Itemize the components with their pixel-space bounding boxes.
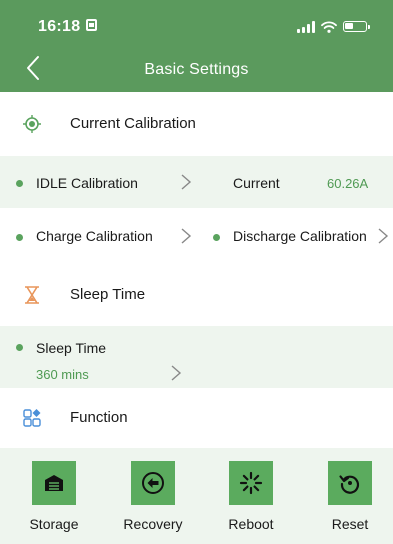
recovery-tile <box>131 461 175 505</box>
charge-calibration-label[interactable]: Charge Calibration <box>36 228 153 244</box>
back-circle-icon <box>142 472 164 494</box>
status-time: 16:18 <box>38 18 81 35</box>
discharge-calibration-label[interactable]: Discharge Calibration <box>233 228 367 244</box>
page-title: Basic Settings <box>144 61 249 78</box>
chevron-right-icon[interactable] <box>170 364 182 382</box>
reboot-tile <box>229 461 273 505</box>
sleep-panel[interactable]: Sleep Time 360 mins <box>0 326 393 388</box>
reboot-button[interactable]: Reboot <box>211 461 291 541</box>
calibration-panel: IDLE Calibration Current 60.26A <box>0 156 393 208</box>
hourglass-icon <box>25 286 39 304</box>
recovery-label: Recovery <box>123 516 183 532</box>
section-title: Function <box>70 409 128 426</box>
section-current-calibration: Current Calibration <box>0 95 393 153</box>
idle-calibration-label[interactable]: IDLE Calibration <box>36 175 138 191</box>
warehouse-icon <box>45 475 63 491</box>
recovery-button[interactable]: Recovery <box>113 461 193 541</box>
nav-bar: Basic Settings <box>0 44 393 92</box>
apps-icon <box>23 409 41 427</box>
current-label: Current <box>233 175 280 191</box>
status-bar: 16:18 <box>0 0 393 44</box>
charge-discharge-row: Charge Calibration Discharge Calibration <box>0 210 393 262</box>
idle-calibration-row: IDLE Calibration Current 60.26A <box>0 156 393 208</box>
storage-button[interactable]: Storage <box>14 461 94 541</box>
section-title: Current Calibration <box>70 115 196 132</box>
chevron-right-icon[interactable] <box>377 227 389 245</box>
bullet-dot <box>213 234 220 241</box>
section-sleep-time: Sleep Time <box>0 266 393 324</box>
status-indicators <box>297 17 370 33</box>
storage-label: Storage <box>29 516 79 532</box>
current-value: 60.26A <box>327 176 369 191</box>
reset-icon <box>339 475 360 494</box>
gallery-notification-icon <box>86 19 97 31</box>
signal-icon <box>297 21 315 33</box>
chevron-right-icon[interactable] <box>180 173 192 191</box>
reset-button[interactable]: Reset <box>310 461 390 541</box>
chevron-right-icon[interactable] <box>180 227 192 245</box>
section-title: Sleep Time <box>70 286 146 303</box>
loading-spinner-icon <box>239 471 263 495</box>
target-icon <box>23 115 41 133</box>
reset-label: Reset <box>331 516 369 532</box>
sleep-time-label: Sleep Time <box>36 340 107 356</box>
section-function: Function <box>0 389 393 447</box>
bullet-dot <box>16 344 23 351</box>
function-bar: Storage Recovery Reboot Reset <box>0 448 393 544</box>
wifi-icon <box>321 21 337 33</box>
reboot-label: Reboot <box>228 516 274 532</box>
app-header: 16:18 Basic Settings <box>0 0 393 92</box>
bullet-dot <box>16 234 23 241</box>
battery-icon <box>343 21 370 32</box>
reset-tile <box>328 461 372 505</box>
bullet-dot <box>16 180 23 187</box>
storage-tile <box>32 461 76 505</box>
sleep-time-value: 360 mins <box>36 367 89 382</box>
